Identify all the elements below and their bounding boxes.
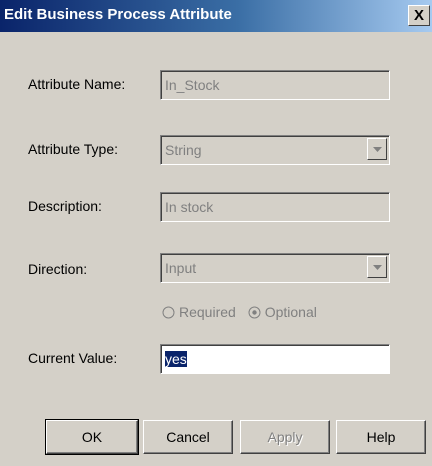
requirement-radio-group: Required Optional	[162, 304, 325, 322]
attribute-name-value: In_Stock	[165, 77, 220, 93]
edit-attribute-dialog: Edit Business Process Attribute X Attrib…	[0, 0, 432, 466]
attribute-type-select: String	[160, 135, 390, 165]
current-value-text: yes	[165, 351, 187, 367]
required-radio: Required	[162, 304, 236, 320]
radio-unchecked-icon	[162, 306, 175, 318]
title-bar[interactable]: Edit Business Process Attribute X	[0, 0, 432, 32]
direction-label: Direction:	[28, 261, 88, 277]
close-icon: X	[413, 7, 424, 24]
optional-radio-label: Optional	[264, 304, 317, 320]
current-value-input[interactable]: yes	[160, 344, 390, 374]
help-button[interactable]: Help	[336, 420, 426, 454]
current-value-label: Current Value:	[28, 350, 118, 366]
direction-dropdown-button	[367, 256, 387, 278]
close-button[interactable]: X	[408, 5, 430, 26]
attribute-type-value: String	[165, 142, 202, 158]
attribute-name-label: Attribute Name:	[28, 76, 126, 92]
required-radio-label: Required	[179, 304, 236, 320]
chevron-down-icon	[373, 147, 382, 152]
optional-radio: Optional	[248, 304, 317, 320]
direction-value: Input	[165, 260, 197, 276]
attribute-type-label: Attribute Type:	[28, 141, 119, 157]
direction-select: Input	[160, 253, 390, 283]
radio-checked-icon	[248, 306, 261, 318]
attribute-name-field: In_Stock	[160, 70, 390, 100]
description-value: In stock	[165, 199, 214, 215]
description-label: Description:	[28, 198, 102, 214]
window-title: Edit Business Process Attribute	[4, 6, 232, 23]
attribute-type-dropdown-button	[367, 138, 387, 160]
ok-button[interactable]: OK	[45, 419, 139, 455]
apply-button: Apply	[240, 420, 330, 454]
cancel-button[interactable]: Cancel	[143, 420, 233, 454]
description-field: In stock	[160, 192, 390, 222]
chevron-down-icon	[373, 265, 382, 270]
